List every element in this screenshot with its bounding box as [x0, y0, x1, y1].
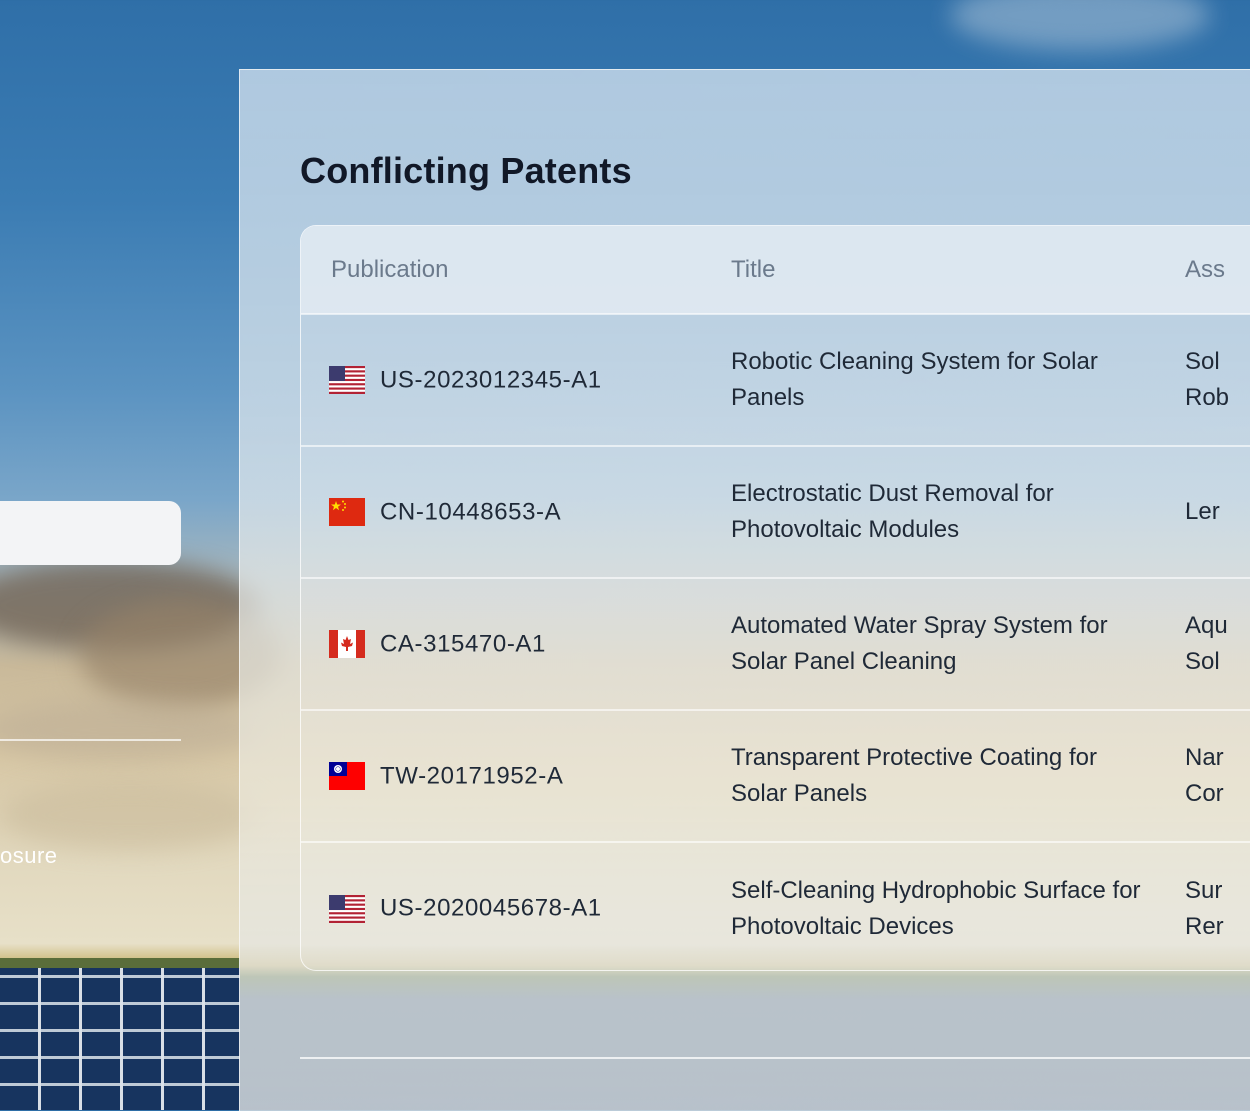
- column-header-publication[interactable]: Publication: [301, 226, 701, 314]
- column-header-assignee[interactable]: Ass: [1185, 226, 1250, 314]
- table-row[interactable]: CA-315470-A1 Automated Water Spray Syste…: [301, 578, 1250, 710]
- tw-flag-icon: [329, 762, 365, 791]
- background-solar-panels: [0, 968, 240, 1110]
- assignee-text: Sol: [1185, 348, 1220, 375]
- assignee-text: Aqu: [1185, 612, 1228, 639]
- assignee-text: Sol: [1185, 648, 1220, 675]
- background-cloud: [0, 780, 260, 850]
- table-row[interactable]: US-2023012345-A1 Robotic Cleaning System…: [301, 314, 1250, 446]
- background-cloud: [0, 700, 260, 760]
- conflicting-patents-panel: Conflicting Patents Publication Title As…: [239, 69, 1250, 1111]
- patent-title: Transparent Protective Coating for Solar…: [731, 744, 1097, 807]
- column-header-title[interactable]: Title: [701, 226, 1185, 314]
- left-divider: [0, 739, 181, 741]
- publication-number[interactable]: TW-20171952-A: [380, 762, 563, 789]
- ca-flag-icon: [329, 630, 365, 659]
- patent-title: Self-Cleaning Hydrophobic Surface for Ph…: [731, 876, 1141, 940]
- left-search-input[interactable]: [0, 501, 181, 565]
- publication-number[interactable]: US-2023012345-A1: [380, 366, 602, 393]
- assignee-text: Ler: [1185, 498, 1220, 525]
- assignee-text: Nar: [1185, 744, 1224, 771]
- table-row[interactable]: US-2020045678-A1 Self-Cleaning Hydrophob…: [301, 842, 1250, 970]
- patents-table: Publication Title Ass US-2023012345-A1 R…: [300, 225, 1250, 971]
- publication-number[interactable]: US-2020045678-A1: [380, 895, 602, 922]
- table-row[interactable]: TW-20171952-A Transparent Protective Coa…: [301, 710, 1250, 842]
- table-row[interactable]: CN-10448653-A Electrostatic Dust Removal…: [301, 446, 1250, 578]
- table-header-row: Publication Title Ass: [301, 226, 1250, 314]
- publication-number[interactable]: CA-315470-A1: [380, 630, 546, 657]
- assignee-text: Rer: [1185, 912, 1224, 940]
- page-title: Conflicting Patents: [300, 150, 632, 191]
- patent-title: Automated Water Spray System for Solar P…: [731, 612, 1108, 675]
- panel-divider: [300, 1057, 1250, 1059]
- patent-title: Electrostatic Dust Removal for Photovolt…: [731, 480, 1054, 543]
- us-flag-icon: [329, 366, 365, 395]
- assignee-text: Rob: [1185, 384, 1230, 411]
- assignee-text: Cor: [1185, 780, 1224, 807]
- patent-title: Robotic Cleaning System for Solar Panels: [731, 348, 1098, 411]
- assignee-text: Sur: [1185, 876, 1223, 904]
- cn-flag-icon: [329, 498, 365, 527]
- left-label-fragment: osure: [0, 843, 58, 868]
- publication-number[interactable]: CN-10448653-A: [380, 498, 561, 525]
- us-flag-icon: [329, 894, 365, 923]
- background-cloud: [950, 0, 1210, 50]
